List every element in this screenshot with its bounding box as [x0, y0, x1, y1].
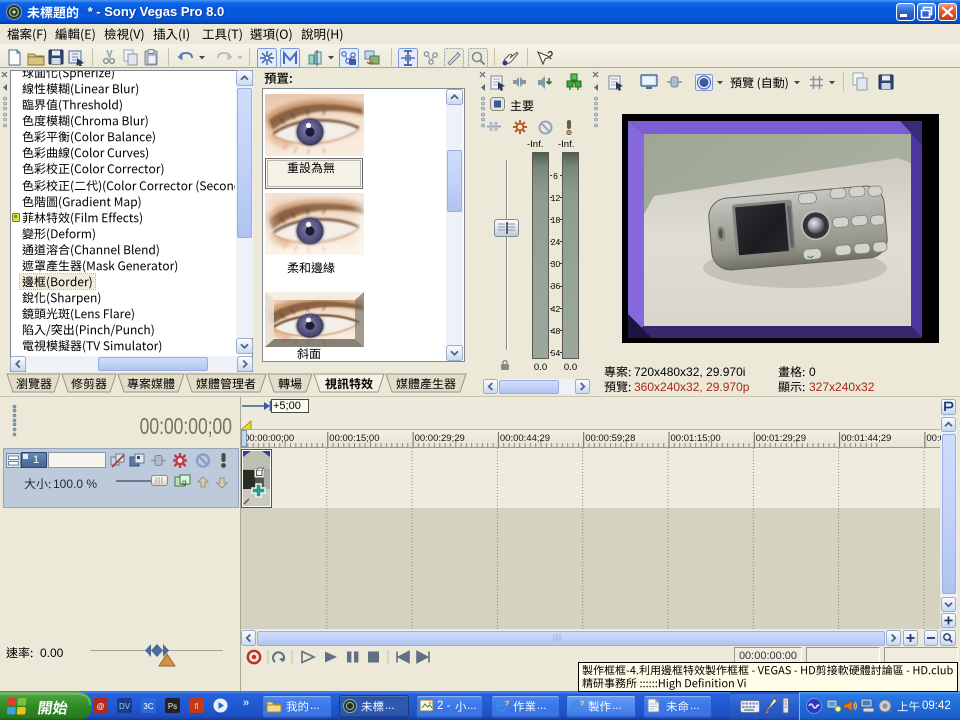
svg-text:3C: 3C [143, 702, 153, 711]
svg-text:Ps: Ps [168, 702, 177, 711]
svg-text:DV: DV [119, 702, 131, 711]
svg-text:fl: fl [195, 702, 199, 711]
svg-text:@: @ [96, 702, 104, 711]
svg-text:α: α [182, 478, 187, 487]
